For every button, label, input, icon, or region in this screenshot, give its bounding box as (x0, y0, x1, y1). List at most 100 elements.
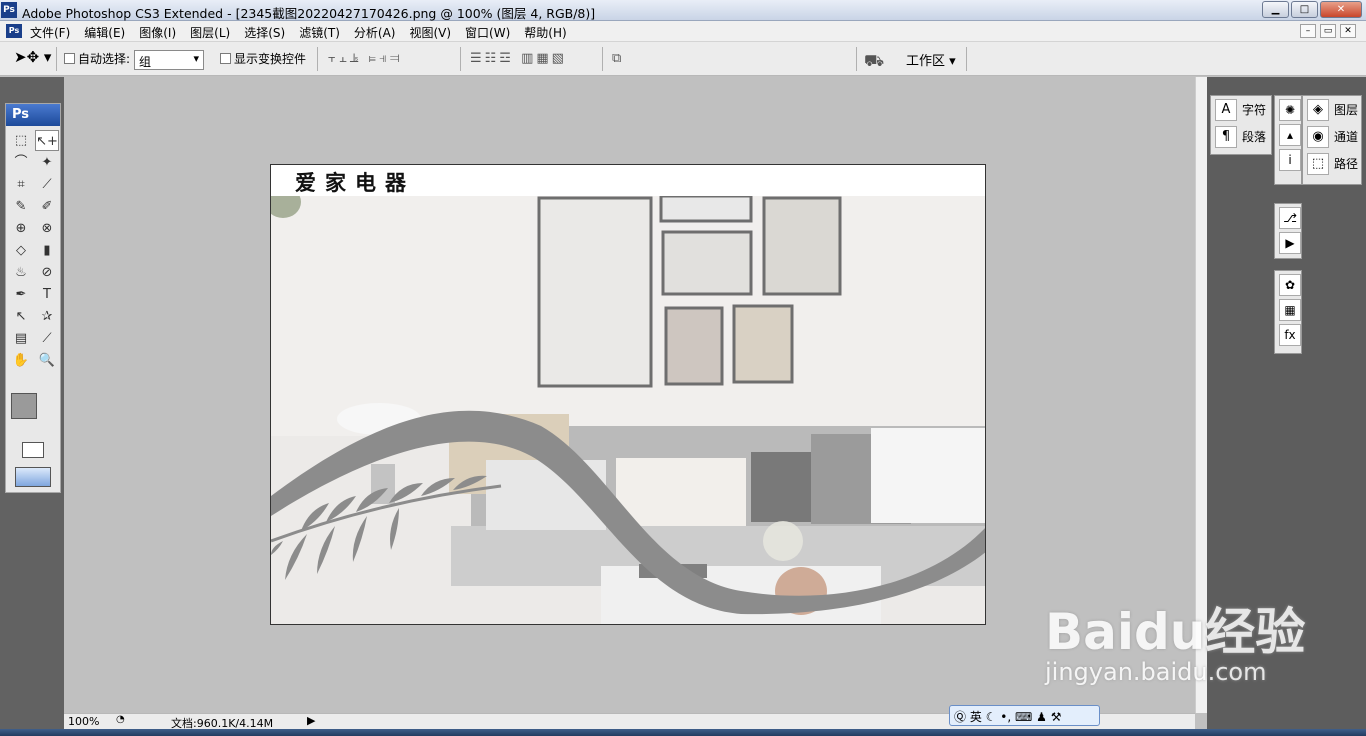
healing-brush-tool-icon[interactable]: ✎ (9, 196, 33, 217)
ime-toolbar[interactable]: Ⓠ 英 ☾ •, ⌨ ♟ ⚒ (949, 705, 1100, 726)
toolbox-logo: Ps (6, 104, 60, 126)
info-icon[interactable]: i (1279, 149, 1301, 171)
character-label: 字符 (1242, 103, 1267, 117)
foreground-color-swatch[interactable] (11, 393, 37, 419)
paths-label: 路径 (1334, 157, 1359, 171)
channels-icon: ◉ (1307, 125, 1329, 148)
options-bar: ➤✥ ▾ 自动选择: 组 显示变换控件 ⫟⫠⫡ ⫢⫣⫤ ☰☷☲ ▥▦▧ ⧉ ⛟ … (0, 42, 1366, 76)
pen-tool-icon[interactable]: ✒ (9, 284, 33, 305)
layers-panel-tab[interactable]: ◈ 图层 (1303, 96, 1361, 123)
history-panel-group: ⎇ ▶ (1274, 203, 1302, 259)
auto-select-dropdown[interactable]: 组 (134, 50, 204, 70)
menu-edit[interactable]: 编辑(E) (84, 24, 125, 41)
menu-bar: Ps 文件(F) 编辑(E) 图像(I) 图层(L) 选择(S) 滤镜(T) 分… (0, 21, 1366, 42)
crop-tool-icon[interactable]: ⌗ (9, 174, 33, 195)
document-icon[interactable]: Ps (6, 24, 22, 38)
brush-tool-icon[interactable]: ✐ (35, 196, 59, 217)
color-icon[interactable]: ✿ (1279, 274, 1301, 296)
menu-help[interactable]: 帮助(H) (524, 24, 566, 41)
watermark-url: jingyan.baidu.com (1045, 658, 1267, 686)
layers-icon: ◈ (1307, 98, 1329, 121)
menu-window[interactable]: 窗口(W) (465, 24, 510, 41)
path-selection-tool-icon[interactable]: ↖ (9, 306, 33, 327)
character-panel-tab[interactable]: A 字符 (1211, 96, 1271, 123)
slice-tool-icon[interactable]: ⟋ (35, 174, 59, 195)
character-icon: A (1215, 98, 1237, 121)
menu-filter[interactable]: 滤镜(T) (299, 24, 340, 41)
ime-moon-icon[interactable]: ☾ (986, 710, 997, 724)
status-menu-arrow-icon[interactable]: ▶ (307, 714, 315, 727)
eyedropper-tool-icon[interactable]: ⟋ (35, 328, 59, 349)
windows-taskbar (0, 729, 1366, 736)
history-icon[interactable]: ⎇ (1279, 207, 1301, 229)
paths-icon: ⬚ (1307, 152, 1329, 175)
baidu-jingyan-watermark: Baidu经验 jingyan.baidu.com (1045, 592, 1305, 686)
actions-icon[interactable]: ▶ (1279, 232, 1301, 254)
history-brush-tool-icon[interactable]: ⊗ (35, 218, 59, 239)
distribute-buttons-icon[interactable]: ☰☷☲ ▥▦▧ (470, 51, 567, 66)
magic-wand-tool-icon[interactable]: ✦ (35, 152, 59, 173)
paragraph-icon: ¶ (1215, 125, 1237, 148)
notes-tool-icon[interactable]: ▤ (9, 328, 33, 349)
paragraph-panel-tab[interactable]: ¶ 段落 (1211, 123, 1271, 150)
clone-stamp-tool-icon[interactable]: ⊕ (9, 218, 33, 239)
quick-mask-icon[interactable] (22, 442, 44, 458)
auto-select-checkbox[interactable]: 自动选择: (64, 50, 130, 67)
styles-icon[interactable]: fx (1279, 324, 1301, 346)
gradient-tool-icon[interactable]: ▮ (35, 240, 59, 261)
living-room-photo (271, 196, 985, 624)
screen-mode-icon[interactable] (15, 467, 51, 487)
channels-panel-tab[interactable]: ◉ 通道 (1303, 123, 1361, 150)
move-tool-icon[interactable]: ↖+ (35, 130, 59, 151)
marquee-tool-icon[interactable]: ⬚ (9, 130, 33, 151)
doc-minimize-button[interactable]: – (1300, 24, 1316, 38)
workspace-button[interactable]: 工作区 ▾ (906, 50, 956, 69)
ime-user-icon[interactable]: ♟ (1036, 710, 1047, 724)
navigator-panel-group: ✺ ▴ i (1274, 95, 1302, 185)
window-title: Adobe Photoshop CS3 Extended - [2345截图20… (22, 6, 596, 21)
doc-close-button[interactable]: ✕ (1340, 24, 1356, 38)
auto-align-icon[interactable]: ⧉ (612, 51, 624, 66)
menu-image[interactable]: 图像(I) (139, 24, 176, 41)
lasso-tool-icon[interactable]: ⌒ (9, 152, 33, 173)
auto-select-label: 自动选择: (78, 52, 131, 66)
paragraph-label: 段落 (1242, 130, 1267, 144)
photoshop-app-icon: Ps (1, 2, 17, 18)
ime-wrench-icon[interactable]: ⚒ (1051, 710, 1062, 724)
paths-panel-tab[interactable]: ⬚ 路径 (1303, 150, 1361, 177)
zoom-tool-icon[interactable]: 🔍 (35, 350, 59, 371)
ime-keyboard-icon[interactable]: ⌨ (1015, 710, 1032, 724)
align-buttons-icon[interactable]: ⫟⫠⫡ ⫢⫣⫤ (328, 51, 403, 66)
status-info-icon[interactable]: ◔ (116, 714, 125, 725)
menu-layer[interactable]: 图层(L) (190, 24, 230, 41)
menu-analysis[interactable]: 分析(A) (354, 24, 396, 41)
brand-text: 爱家电器 (295, 171, 415, 195)
dodge-tool-icon[interactable]: ⊘ (35, 262, 59, 283)
minimize-button[interactable]: ▁ (1262, 1, 1289, 18)
channels-label: 通道 (1334, 130, 1359, 144)
navigator-icon[interactable]: ✺ (1279, 99, 1301, 121)
move-tool-icon[interactable]: ➤✥ ▾ (14, 48, 51, 66)
type-tool-icon[interactable]: T (35, 284, 59, 305)
layers-label: 图层 (1334, 103, 1359, 117)
zoom-level[interactable]: 100% (68, 715, 99, 728)
document-canvas[interactable]: 爱家电器 (270, 164, 986, 625)
bridge-icon[interactable]: ⛟ (864, 51, 887, 72)
blur-tool-icon[interactable]: ♨ (9, 262, 33, 283)
title-bar: Ps Adobe Photoshop CS3 Extended - [2345截… (0, 0, 1366, 21)
ime-dot-icon[interactable]: •, (1000, 710, 1011, 724)
eraser-tool-icon[interactable]: ◇ (9, 240, 33, 261)
menu-select[interactable]: 选择(S) (244, 24, 285, 41)
close-button[interactable]: ✕ (1320, 1, 1362, 18)
swatches-icon[interactable]: ▦ (1279, 299, 1301, 321)
hand-tool-icon[interactable]: ✋ (9, 350, 33, 371)
histogram-icon[interactable]: ▴ (1279, 124, 1301, 146)
doc-restore-button[interactable]: ▭ (1320, 24, 1336, 38)
menu-file[interactable]: 文件(F) (30, 24, 70, 41)
maximize-button[interactable]: □ (1291, 1, 1318, 18)
menu-view[interactable]: 视图(V) (409, 24, 451, 41)
shape-tool-icon[interactable]: ✰ (35, 306, 59, 327)
ime-language[interactable]: 英 (970, 710, 982, 724)
show-transform-checkbox[interactable]: 显示变换控件 (220, 50, 306, 67)
ime-logo-icon: Ⓠ (954, 710, 967, 724)
